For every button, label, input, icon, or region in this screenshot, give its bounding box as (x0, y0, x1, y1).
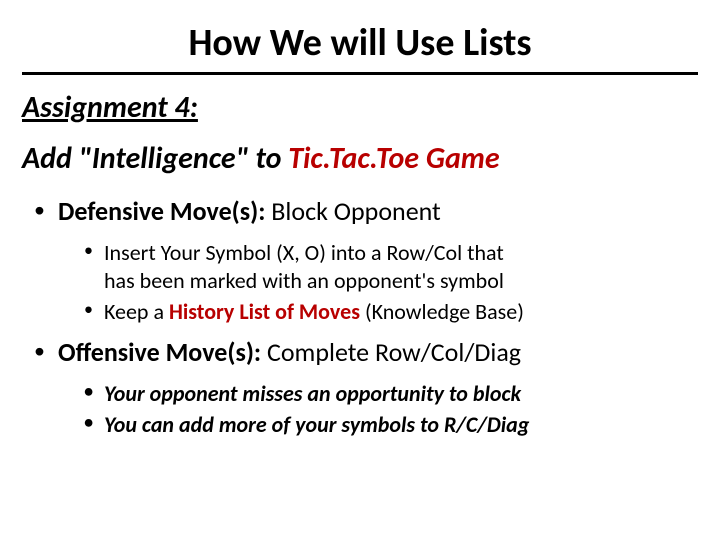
subtitle-red: Tic.Tac.Toe Game (288, 140, 499, 177)
title-divider (22, 72, 698, 75)
defensive-sub1: Insert Your Symbol (X, O) into a Row/Col… (80, 239, 698, 294)
defensive-label: Defensive Move(s): (58, 195, 265, 227)
offensive-sublist: Your opponent misses an opportunity to b… (80, 380, 698, 439)
offensive-label: Offensive Move(s): (58, 336, 261, 368)
offensive-sub1: Your opponent misses an opportunity to b… (80, 380, 698, 408)
defensive-text: Block Opponent (265, 195, 440, 227)
defensive-sub2-prefix: Keep a (104, 298, 169, 325)
offensive-sub2: You can add more of your symbols to R/C/… (80, 411, 698, 439)
subtitle-prefix: Add "Intelligence" to (22, 140, 288, 177)
defensive-sub2: Keep a History List of Moves (Knowledge … (80, 298, 698, 326)
defensive-sub1-line2: has been marked with an opponent's symbo… (104, 267, 504, 294)
defensive-item: Defensive Move(s): Block Opponent Insert… (22, 195, 698, 326)
assignment-heading: Assignment 4: (22, 89, 698, 126)
slide-title: How We will Use Lists (22, 20, 698, 66)
defensive-sub2-red: History List of Moves (169, 298, 360, 325)
offensive-text: Complete Row/Col/Diag (261, 336, 521, 368)
defensive-sub1-line1: Insert Your Symbol (X, O) into a Row/Col… (104, 239, 504, 266)
defensive-sublist: Insert Your Symbol (X, O) into a Row/Col… (80, 239, 698, 326)
slide: How We will Use Lists Assignment 4: Add … (0, 0, 720, 540)
bullets-level1: Defensive Move(s): Block Opponent Insert… (22, 195, 698, 439)
offensive-item: Offensive Move(s): Complete Row/Col/Diag… (22, 336, 698, 439)
subtitle: Add "Intelligence" to Tic.Tac.Toe Game (22, 140, 698, 177)
defensive-sub2-suffix: (Knowledge Base) (360, 298, 524, 325)
